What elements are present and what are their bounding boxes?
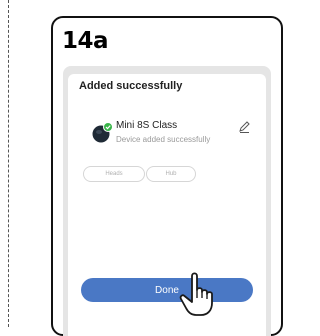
pencil-icon[interactable]	[237, 120, 251, 134]
pointing-hand-icon	[179, 272, 213, 316]
done-button[interactable]: Done	[81, 278, 253, 302]
device-name: Mini 8S Class	[116, 120, 178, 131]
device-row[interactable]: Mini 8S Class Device added successfully	[79, 110, 257, 162]
step-label: 14a	[62, 28, 109, 54]
speaker-icon	[92, 122, 113, 143]
device-status: Device added successfully	[116, 135, 211, 144]
dashed-margin-line	[8, 0, 9, 327]
dialog-title: Added successfully	[79, 80, 183, 92]
room-chip-hub[interactable]: Hub	[146, 166, 196, 182]
room-chip-heads[interactable]: Heads	[83, 166, 145, 182]
